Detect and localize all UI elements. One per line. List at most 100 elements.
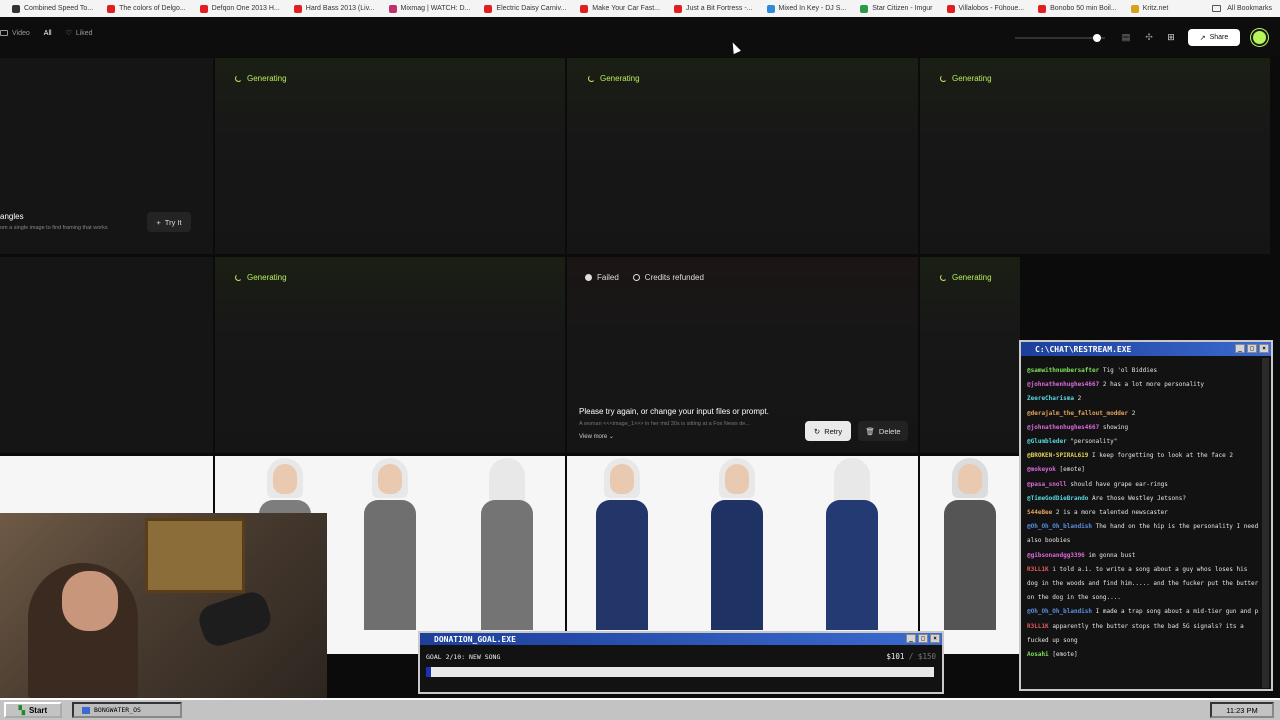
try-it-button[interactable]: + Try It <box>147 212 191 232</box>
tab-video[interactable]: Video <box>0 30 30 37</box>
all-bookmarks[interactable]: All Bookmarks <box>1206 0 1272 17</box>
result-image[interactable] <box>567 456 918 654</box>
bookmark-label: Defqon One 2013 H... <box>211 5 280 12</box>
generating-label: Generating <box>952 273 992 282</box>
bookmark-favicon-icon <box>199 4 208 13</box>
bookmark-item[interactable]: Kritz.net <box>1130 4 1168 13</box>
minimize-icon[interactable]: _ <box>1235 344 1245 353</box>
donation-goal: GOAL 2/10: NEW SONG <box>426 653 501 661</box>
chat-username: @johnathenhughes4667 <box>1027 423 1100 431</box>
generation-card[interactable]: Generating <box>215 58 565 254</box>
info-icon <box>632 274 640 281</box>
donation-titlebar[interactable]: DONATION_GOAL.EXE _ □ × <box>420 633 942 645</box>
trash-icon: 🗑 <box>865 426 875 436</box>
wall-poster-graphic <box>145 518 245 593</box>
dark-suit-shape <box>944 500 996 630</box>
result-image[interactable] <box>920 456 1020 654</box>
close-icon[interactable]: × <box>930 634 940 643</box>
taskbar-item[interactable]: BONGWATER_OS <box>72 702 182 718</box>
figure-graphic <box>477 458 537 654</box>
feature-title: angles <box>0 212 24 221</box>
gray-suit-shape <box>481 500 533 630</box>
close-icon[interactable]: × <box>1259 344 1269 353</box>
zoom-slider-knob[interactable] <box>1093 34 1101 42</box>
all-bookmarks-label: All Bookmarks <box>1227 5 1272 12</box>
zoom-slider-track[interactable] <box>1015 37 1105 39</box>
failed-status: Failed Credits refunded <box>585 273 704 282</box>
chat-username: @derajalm_the_fallout_modder <box>1027 409 1129 417</box>
donation-amount: $101 / $150 <box>886 652 936 661</box>
generating-label: Generating <box>600 74 640 83</box>
bookmark-item[interactable]: Electric Daisy Carniv... <box>484 4 566 13</box>
chat-text: should have grape ear-rings <box>1070 480 1168 488</box>
chat-username: S44eBee <box>1027 509 1053 517</box>
chat-username: R3LL1K <box>1027 565 1049 573</box>
grid-icon[interactable]: ⊞ <box>1165 31 1177 43</box>
window-controls: _ □ × <box>1235 344 1269 353</box>
taskbar: ▚ Start BONGWATER_OS 11:23 PM <box>0 698 1280 720</box>
bookmark-item[interactable]: Combined Speed To... <box>12 4 94 13</box>
bookmark-item[interactable]: Villalobos - Fühoue... <box>946 4 1024 13</box>
bookmark-item[interactable]: Hard Bass 2013 (Liv... <box>293 4 375 13</box>
donation-progress-bar <box>426 667 934 677</box>
bookmark-item[interactable]: Make Your Car Fast... <box>580 4 660 13</box>
chat-text: [emote] <box>1052 651 1078 659</box>
tab-all[interactable]: All <box>44 30 52 37</box>
chat-text: Tig 'ol Biddies <box>1102 367 1158 374</box>
bookmark-label: Make Your Car Fast... <box>592 5 660 12</box>
chat-text: 2 has a lot more personality <box>1102 381 1205 389</box>
maximize-icon[interactable]: □ <box>918 634 928 643</box>
bookmark-favicon-icon <box>860 4 869 13</box>
bookmark-item[interactable]: Mixed In Key - DJ S... <box>766 4 846 13</box>
bookmark-label: Star Citizen - Imgur <box>872 5 933 12</box>
bookmark-favicon-icon <box>388 4 397 13</box>
bookmark-item[interactable]: The colors of Delgo... <box>107 4 186 13</box>
generation-card[interactable]: Generating <box>215 257 565 453</box>
donation-current: $101 <box>886 652 905 661</box>
heart-icon: ♡ <box>65 30 72 37</box>
bookmark-favicon-icon <box>580 4 589 13</box>
chat-message: R3LL1K i told a.i. to write a song about… <box>1027 563 1259 606</box>
failed-label: Failed <box>597 273 619 282</box>
figure-graphic <box>940 458 1000 654</box>
minimize-icon[interactable]: _ <box>906 634 916 643</box>
bookmark-favicon-icon <box>674 4 682 13</box>
chat-scrollbar[interactable] <box>1262 358 1269 688</box>
donation-progress-fill <box>426 667 432 677</box>
generation-card[interactable]: Generating <box>920 58 1270 254</box>
start-button[interactable]: ▚ Start <box>4 702 62 718</box>
bookmark-item[interactable]: Star Citizen - Imgur <box>860 4 933 13</box>
retry-button[interactable]: ↻ Retry <box>805 421 851 441</box>
donation-window[interactable]: DONATION_GOAL.EXE _ □ × GOAL 2/10: NEW S… <box>418 631 944 694</box>
delete-label: Delete <box>878 426 901 436</box>
settings-icon[interactable]: ✣ <box>1143 31 1155 43</box>
plus-icon: + <box>156 217 161 227</box>
generating-status: Generating <box>940 74 992 83</box>
bookmark-favicon-icon <box>12 4 20 13</box>
bookmark-item[interactable]: Bonobo 50 min Boil... <box>1038 4 1117 13</box>
chat-username: @mokeyok <box>1027 466 1056 474</box>
view-more-label: View more <box>579 434 608 440</box>
bookmark-item[interactable]: Just a Bit Fortress -... <box>674 4 753 13</box>
view-more-link[interactable]: View more ⌄ <box>579 433 614 440</box>
tab-liked[interactable]: ♡ Liked <box>65 29 93 38</box>
figure-graphic <box>707 458 767 654</box>
generation-card[interactable]: Generating <box>920 257 1020 453</box>
bookmark-item[interactable]: Defqon One 2013 H... <box>199 4 280 13</box>
spinner-icon <box>940 75 947 82</box>
bookmark-label: Combined Speed To... <box>24 5 94 12</box>
delete-button[interactable]: 🗑 Delete <box>858 421 908 441</box>
chat-message: @gibsonandgg3396 im gonna bust <box>1027 549 1259 563</box>
bookmark-item[interactable]: Mixmag | WATCH: D... <box>388 4 470 13</box>
generation-card[interactable]: Generating <box>567 58 918 254</box>
maximize-icon[interactable]: □ <box>1247 344 1257 353</box>
chat-titlebar[interactable]: C:\CHAT\RESTREAM.EXE _ □ × <box>1021 342 1271 356</box>
avatar[interactable] <box>1251 29 1268 46</box>
share-button[interactable]: ↗ Share <box>1188 29 1240 46</box>
chat-window[interactable]: C:\CHAT\RESTREAM.EXE _ □ × @samwithnumbe… <box>1019 340 1273 691</box>
list-view-icon[interactable]: ▤ <box>1120 31 1132 43</box>
head-shape <box>273 464 297 494</box>
bookmark-favicon-icon <box>484 4 493 13</box>
head-shape <box>958 464 982 494</box>
figure-graphic <box>592 458 652 654</box>
